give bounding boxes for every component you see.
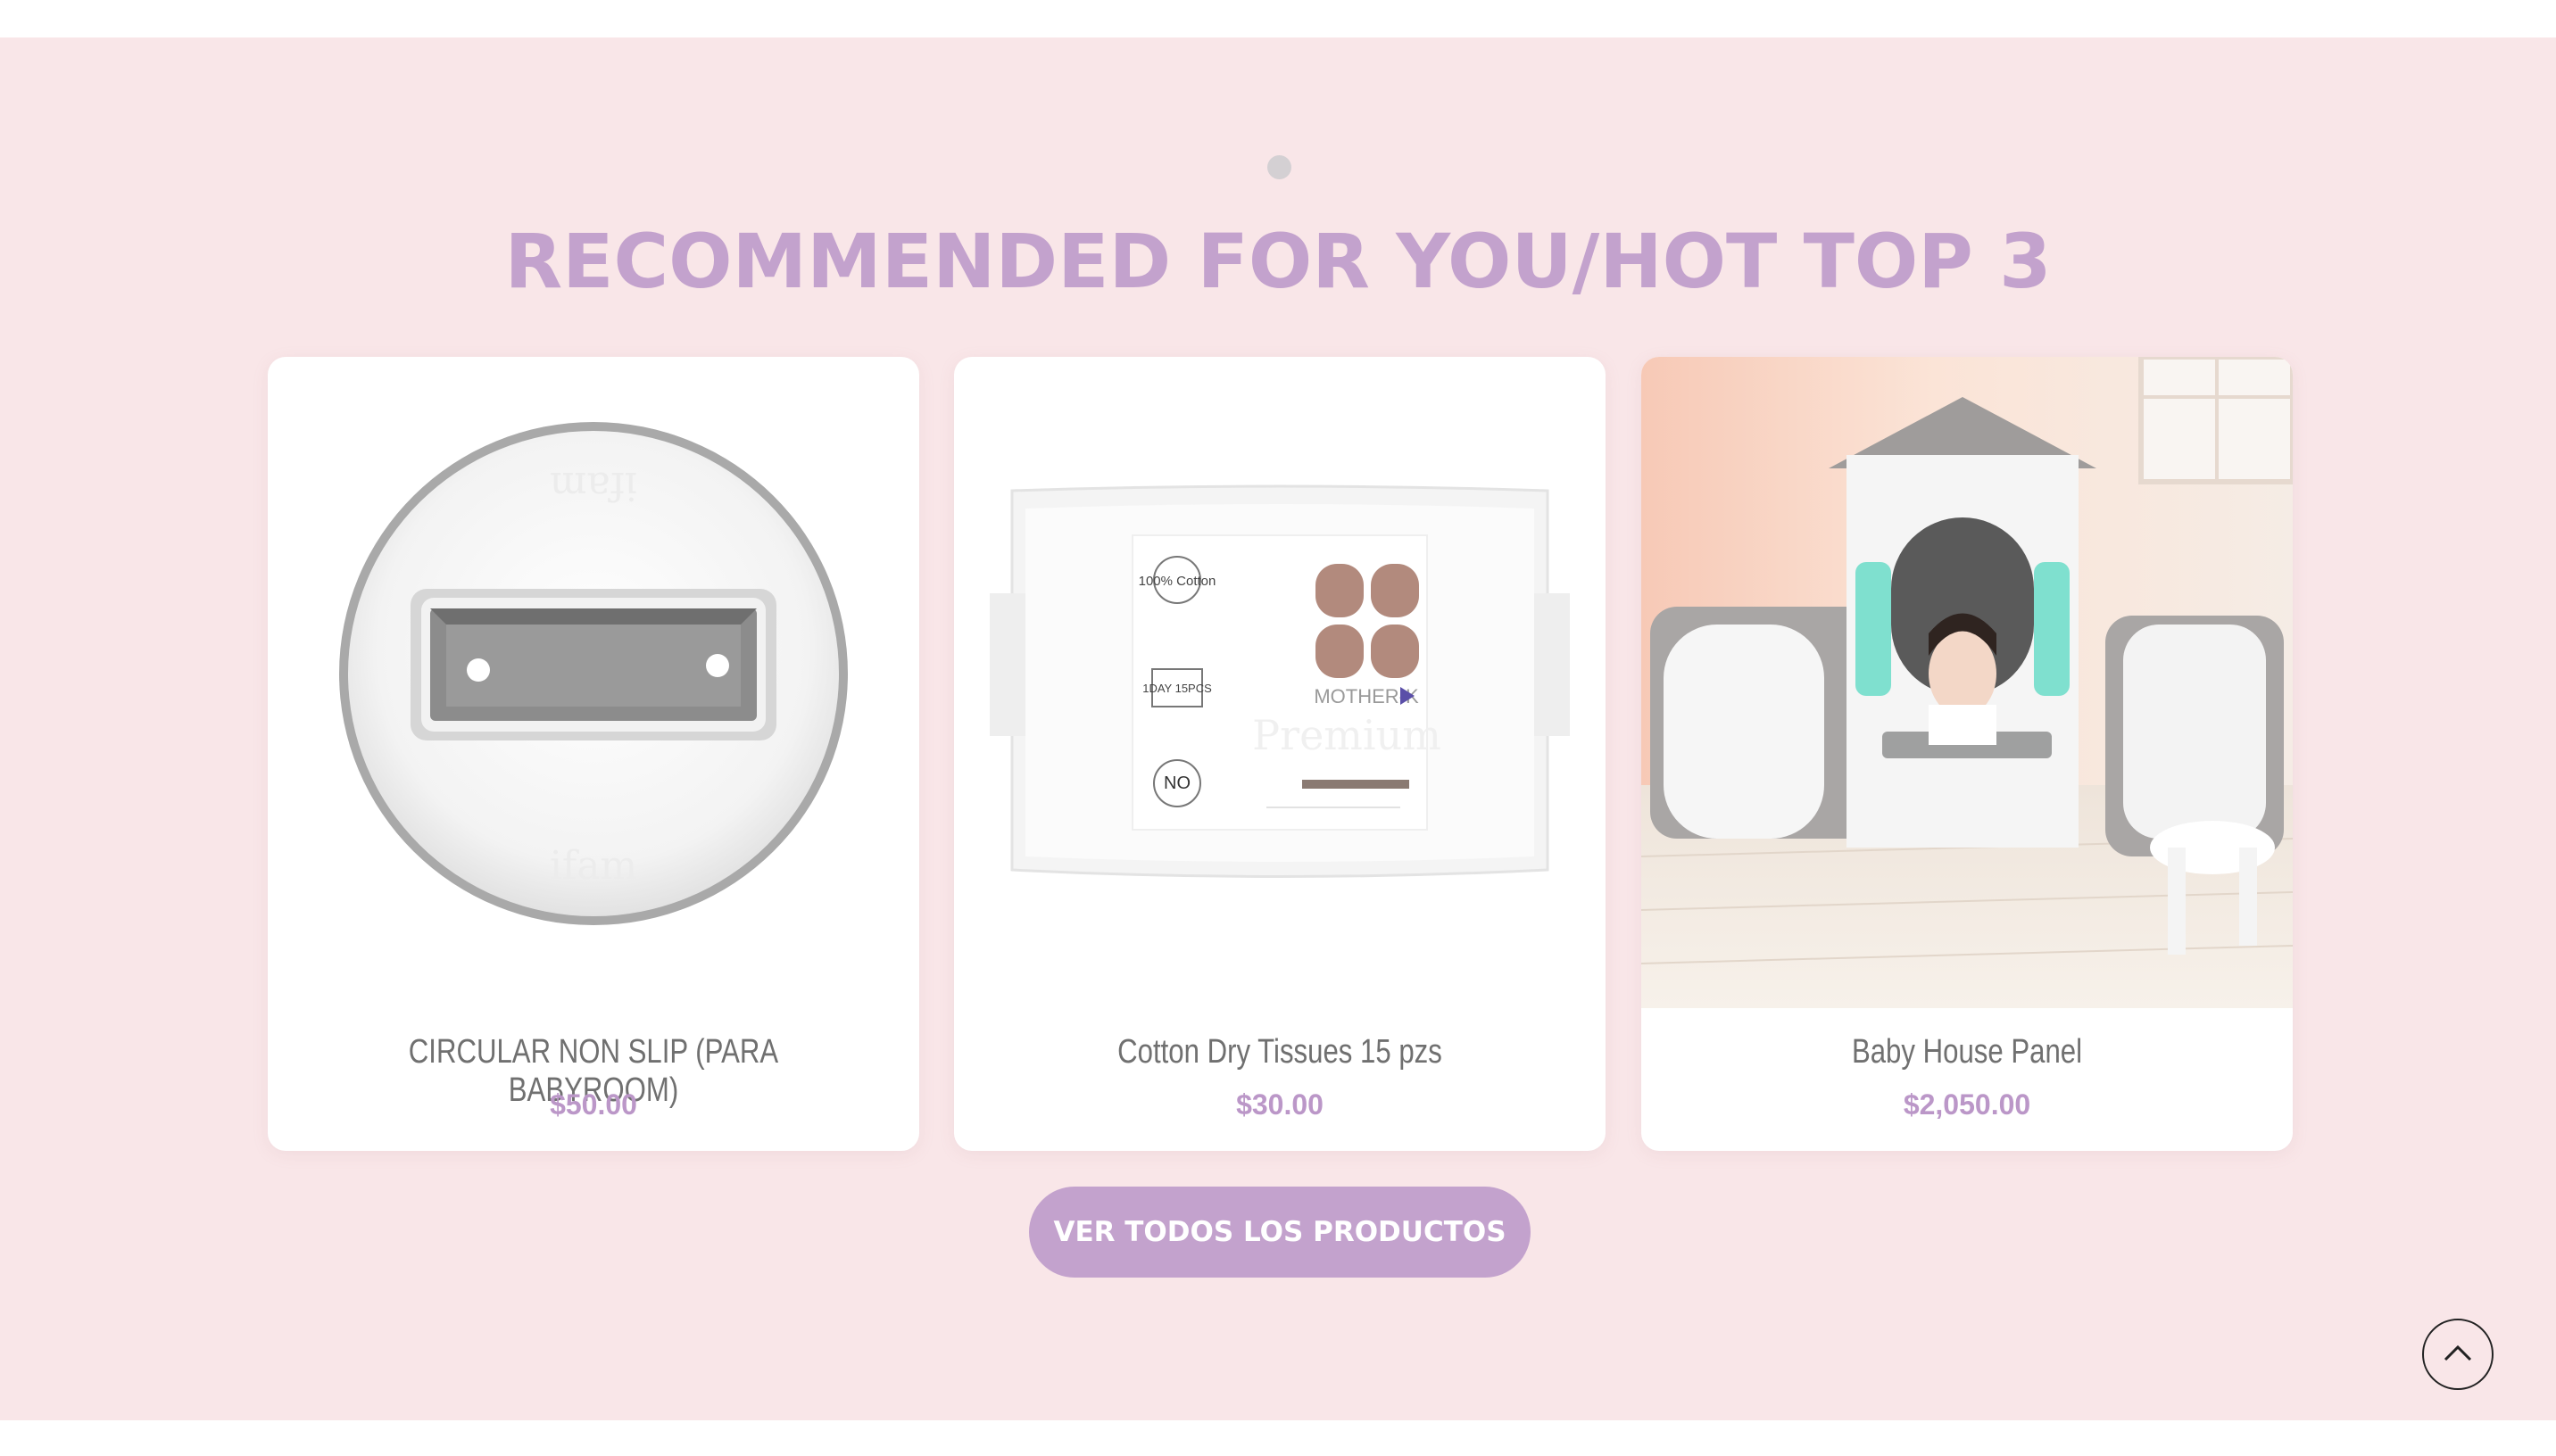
product-title[interactable]: Baby House Panel — [1700, 1033, 2235, 1071]
product-title[interactable]: Cotton Dry Tissues 15 pzs — [1013, 1033, 1548, 1071]
product-card-circular-non-slip[interactable]: ifam ifam CIRCULAR NON SLIP (PARA BABYRO… — [268, 357, 919, 1151]
section-heading: RECOMMENDED FOR YOU/HOT TOP 3 — [504, 218, 2052, 305]
svg-text:ifam: ifam — [550, 463, 637, 509]
product-price: $50.00 — [550, 1088, 637, 1121]
carousel-dot[interactable] — [1267, 155, 1291, 179]
svg-text:Premium: Premium — [1252, 711, 1441, 759]
view-all-products-button[interactable]: VER TODOS LOS PRODUCTOS — [1029, 1187, 1531, 1278]
product-price: $2,050.00 — [1903, 1088, 2031, 1121]
chevron-up-icon — [2444, 1344, 2472, 1361]
product-price: $30.00 — [1236, 1088, 1324, 1121]
tissue-cotton-text: 100% Cotton — [1139, 574, 1216, 589]
tissue-count-text: 1DAY 15PCS — [1142, 682, 1212, 695]
product-image-circular-non-slip[interactable]: ifam ifam — [268, 357, 919, 1008]
product-card-cotton-dry-tissues[interactable]: MOTHER-K 100% Cotton 1DAY 15PCS NO Premi… — [954, 357, 1606, 1151]
svg-text:ifam: ifam — [550, 843, 637, 889]
product-image-baby-house-panel[interactable] — [1641, 357, 2293, 1008]
product-card-baby-house-panel[interactable]: Baby House Panel $2,050.00 — [1641, 357, 2293, 1151]
product-image-cotton-dry-tissues[interactable]: MOTHER-K 100% Cotton 1DAY 15PCS NO Premi… — [954, 357, 1606, 1008]
back-to-top-button[interactable] — [2422, 1319, 2494, 1390]
tissue-no-text: NO — [1164, 774, 1191, 793]
recommended-section: RECOMMENDED FOR YOU/HOT TOP 3 ifam ifam — [0, 37, 2556, 1420]
